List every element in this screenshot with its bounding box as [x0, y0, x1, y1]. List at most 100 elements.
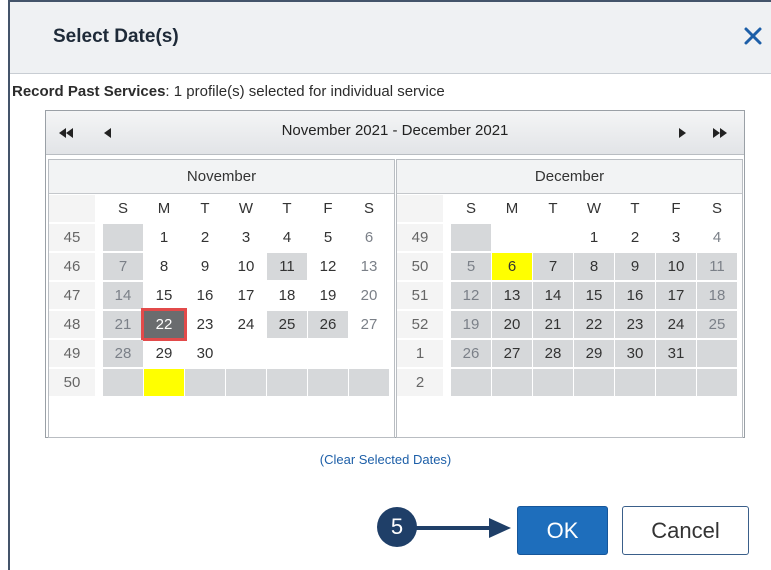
- week-row: 50: [49, 369, 394, 398]
- day-cell[interactable]: 9: [185, 253, 225, 280]
- day-cell[interactable]: 7: [533, 253, 573, 280]
- day-cell[interactable]: 27: [492, 340, 532, 367]
- week-row: 49 1 2 3 4: [397, 224, 742, 253]
- day-cell[interactable]: 16: [185, 282, 225, 309]
- day-cell[interactable]: 10: [226, 253, 266, 280]
- week-number: 52: [397, 311, 443, 338]
- day-cell[interactable]: 28: [533, 340, 573, 367]
- day-cell[interactable]: 5: [451, 253, 491, 280]
- day-cell[interactable]: 11: [697, 253, 737, 280]
- day-cell[interactable]: 14: [533, 282, 573, 309]
- week-number: 2: [397, 369, 443, 396]
- month-december: December S M T W T F S 49 1 2 3 4 50 5 6 7 8 9 10 11 51 12 13 1…: [396, 159, 743, 438]
- day-cell[interactable]: 27: [349, 311, 389, 338]
- cancel-button[interactable]: Cancel: [622, 506, 749, 555]
- day-cell[interactable]: 30: [185, 340, 225, 367]
- day-cell: [697, 369, 737, 396]
- day-cell: [533, 369, 573, 396]
- day-cell[interactable]: 13: [492, 282, 532, 309]
- day-cell[interactable]: 25: [267, 311, 307, 338]
- clear-selected-dates-link[interactable]: (Clear Selected Dates): [0, 452, 771, 467]
- week-number: 48: [49, 311, 95, 338]
- day-cell[interactable]: 13: [349, 253, 389, 280]
- day-cell: [144, 369, 184, 396]
- day-cell[interactable]: 1: [574, 224, 614, 251]
- day-cell[interactable]: 30: [615, 340, 655, 367]
- week-row: 2: [397, 369, 742, 398]
- day-cell[interactable]: 5: [308, 224, 348, 251]
- double-right-arrow-icon[interactable]: [708, 123, 730, 143]
- day-cell[interactable]: 2: [185, 224, 225, 251]
- day-cell[interactable]: 11: [267, 253, 307, 280]
- weekday-header: S: [103, 195, 143, 222]
- day-cell[interactable]: 26: [451, 340, 491, 367]
- day-cell[interactable]: 21: [103, 311, 143, 338]
- day-cell[interactable]: 10: [656, 253, 696, 280]
- day-cell[interactable]: 6: [492, 253, 532, 280]
- day-cell[interactable]: 24: [656, 311, 696, 338]
- day-cell[interactable]: 8: [574, 253, 614, 280]
- weekday-header: S: [451, 195, 491, 222]
- day-cell[interactable]: 31: [656, 340, 696, 367]
- month-title: November: [49, 160, 394, 194]
- day-cell[interactable]: 12: [451, 282, 491, 309]
- day-cell[interactable]: 19: [308, 282, 348, 309]
- day-cell[interactable]: 9: [615, 253, 655, 280]
- ok-button[interactable]: OK: [517, 506, 608, 555]
- week-number-header: [49, 195, 95, 222]
- week-row: 1 26 27 28 29 30 31: [397, 340, 742, 369]
- day-cell[interactable]: 17: [656, 282, 696, 309]
- day-cell[interactable]: 23: [185, 311, 225, 338]
- day-cell[interactable]: 24: [226, 311, 266, 338]
- day-cell[interactable]: 18: [267, 282, 307, 309]
- day-cell[interactable]: 22: [574, 311, 614, 338]
- weekday-header: M: [492, 195, 532, 222]
- step-number-badge: 5: [377, 507, 417, 547]
- day-cell[interactable]: 17: [226, 282, 266, 309]
- date-picker-calendar: November 2021 - December 2021 November S…: [45, 110, 745, 438]
- calendar-range-title: November 2021 - December 2021: [281, 122, 509, 139]
- day-cell[interactable]: 15: [144, 282, 184, 309]
- day-cell[interactable]: 16: [615, 282, 655, 309]
- day-cell: [492, 369, 532, 396]
- week-row: 50 5 6 7 8 9 10 11: [397, 253, 742, 282]
- day-cell[interactable]: 6: [349, 224, 389, 251]
- selected-day-cell[interactable]: 22: [141, 308, 187, 341]
- day-cell: [226, 340, 266, 367]
- day-cell[interactable]: 25: [697, 311, 737, 338]
- week-number: 46: [49, 253, 95, 280]
- week-number: 50: [397, 253, 443, 280]
- day-cell[interactable]: 29: [574, 340, 614, 367]
- week-row: 46 7 8 9 10 11 12 13: [49, 253, 394, 282]
- weekday-header: T: [267, 195, 307, 222]
- day-cell[interactable]: 1: [144, 224, 184, 251]
- day-cell[interactable]: 26: [308, 311, 348, 338]
- day-cell[interactable]: 2: [615, 224, 655, 251]
- day-cell[interactable]: 14: [103, 282, 143, 309]
- day-cell: [574, 369, 614, 396]
- day-cell[interactable]: 3: [226, 224, 266, 251]
- week-row: 52 19 20 21 22 23 24 25: [397, 311, 742, 340]
- day-cell[interactable]: 3: [656, 224, 696, 251]
- day-cell[interactable]: 29: [144, 340, 184, 367]
- close-icon[interactable]: [739, 22, 767, 50]
- day-cell[interactable]: 15: [574, 282, 614, 309]
- day-cell[interactable]: 4: [267, 224, 307, 251]
- day-cell[interactable]: 28: [103, 340, 143, 367]
- week-number: 49: [397, 224, 443, 251]
- week-number: 51: [397, 282, 443, 309]
- day-cell[interactable]: 21: [533, 311, 573, 338]
- day-cell[interactable]: 18: [697, 282, 737, 309]
- day-cell: [533, 224, 573, 251]
- weekday-header: F: [656, 195, 696, 222]
- day-cell[interactable]: 20: [349, 282, 389, 309]
- day-cell[interactable]: 20: [492, 311, 532, 338]
- week-row: 47 14 15 16 17 18 19 20: [49, 282, 394, 311]
- day-cell[interactable]: 4: [697, 224, 737, 251]
- day-cell[interactable]: 8: [144, 253, 184, 280]
- day-cell[interactable]: 23: [615, 311, 655, 338]
- day-cell[interactable]: 12: [308, 253, 348, 280]
- day-cell[interactable]: 19: [451, 311, 491, 338]
- day-cell[interactable]: 7: [103, 253, 143, 280]
- right-arrow-icon[interactable]: [672, 123, 694, 143]
